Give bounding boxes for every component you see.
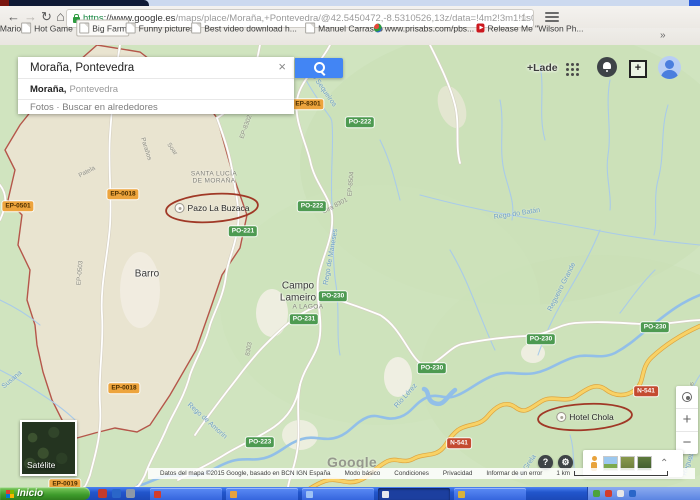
satellite-label: Satélite: [27, 460, 55, 470]
zoom-controls: + −: [676, 386, 698, 454]
favicon: [126, 23, 136, 34]
place-label: Barro: [135, 268, 159, 280]
taskbar-task-1[interactable]: [150, 488, 222, 500]
scale-control: 1 km: [556, 470, 668, 477]
screen: ← → ↻ ⌂ https://www.google.es/maps/place…: [0, 0, 700, 500]
search-panel: Moraña, Pontevedra × Moraña, Pontevedra …: [18, 57, 294, 114]
attribution-link[interactable]: Informar de un error: [486, 470, 542, 477]
road-badge: N-541: [447, 438, 471, 448]
bookmark-item[interactable]: Hot Game: [19, 21, 75, 36]
account-lade-link[interactable]: +Lade: [527, 62, 558, 74]
tray-icon-3[interactable]: [617, 490, 624, 497]
place-label: SANTA LUCÍA DE MORAÑA: [191, 171, 237, 186]
road-badge: EP-0501: [2, 201, 33, 211]
profile-avatar[interactable]: [658, 56, 681, 79]
road-badge: PO-231: [290, 314, 318, 324]
poi-label[interactable]: Pazo La Buzaca: [175, 203, 250, 213]
place-label: A LAGOA: [293, 303, 324, 310]
tray-icon-1[interactable]: [593, 490, 600, 497]
bookmark-label: Hot Game: [34, 23, 73, 33]
attribution-link[interactable]: Privacidad: [443, 470, 472, 477]
road-badge: PO-230: [641, 322, 669, 332]
favicon: [374, 24, 382, 33]
bookmark-item[interactable]: Big Farm: [76, 20, 129, 37]
windows-taskbar: Inicio: [0, 487, 700, 500]
search-icon: [314, 62, 325, 73]
poi-icon: [175, 203, 185, 213]
search-input[interactable]: Moraña, Pontevedra: [30, 62, 134, 74]
taskbar-task-5[interactable]: [454, 488, 526, 500]
apps-grid-icon[interactable]: [566, 63, 569, 66]
road-badge: PO-222: [298, 201, 326, 211]
system-tray[interactable]: [587, 487, 700, 500]
windows-logo-icon: [6, 490, 14, 498]
satellite-toggle[interactable]: Satélite: [20, 420, 77, 476]
map-data-credit: Datos del mapa ©2015 Google, basado en B…: [160, 470, 331, 477]
bookmark-item[interactable]: www.prisabs.com/pbs...: [372, 21, 476, 36]
place-label: Campo Lameiro: [280, 281, 316, 304]
notifications-bell-icon[interactable]: [597, 57, 617, 77]
favicon: [476, 24, 484, 33]
road-badge: PO-230: [319, 291, 347, 301]
attribution-link[interactable]: Modo básico: [345, 470, 381, 477]
taskbar-task-2[interactable]: [226, 488, 298, 500]
search-button[interactable]: [295, 58, 343, 78]
start-label: Inicio: [17, 488, 43, 499]
bookmark-item[interactable]: Funny pictures: [124, 21, 197, 36]
search-suggestion-fotos[interactable]: Fotos · Buscar en alrededores: [18, 99, 294, 114]
road-badge: EP-0018: [107, 189, 138, 199]
favicon: [21, 23, 31, 34]
road-badge: PO-221: [229, 226, 257, 236]
bookmark-label: Big Farm: [92, 23, 126, 33]
road-badge: N-541: [634, 386, 658, 396]
road-badge: PO-223: [246, 437, 274, 447]
bookmarks-overflow-chevron[interactable]: »: [660, 30, 666, 41]
search-suggestion[interactable]: Moraña, Pontevedra: [18, 78, 294, 99]
bookmark-label: www.prisabs.com/pbs...: [385, 23, 474, 33]
road-badge: EP-0018: [108, 383, 139, 393]
bookmark-item[interactable]: Best video download h...: [189, 21, 299, 36]
road-badge: EP-0019: [49, 479, 80, 487]
tray-icon-2[interactable]: [605, 490, 612, 497]
road-badge: EP-8301: [292, 99, 323, 109]
zoom-in-button[interactable]: +: [676, 408, 698, 431]
taskbar-task-3[interactable]: [302, 488, 374, 500]
my-location-button[interactable]: [676, 386, 698, 408]
quicklaunch-icon-2[interactable]: [112, 489, 121, 498]
scale-bar: [574, 471, 668, 476]
poi-name: Pazo La Buzaca: [188, 203, 250, 213]
start-button[interactable]: Inicio: [0, 487, 90, 500]
bookmarks-bar: Mario Hot Game Big Farm Funny pictures B…: [0, 28, 700, 46]
taskbar-task-4[interactable]: [378, 488, 450, 500]
favicon: [79, 23, 89, 34]
road-badge: PO-230: [527, 334, 555, 344]
map-canvas[interactable]: Río SequeirosRego do BatánRegueiro Grand…: [0, 45, 700, 487]
poi-name: Hotel Chola: [569, 412, 613, 422]
quicklaunch-icon-1[interactable]: [98, 489, 107, 498]
poi-label[interactable]: Hotel Chola: [556, 412, 613, 422]
bookmark-label: Funny pictures: [139, 23, 195, 33]
favicon: [191, 23, 201, 34]
add-box-icon[interactable]: +: [629, 60, 647, 78]
attribution-link[interactable]: Condiciones: [394, 470, 429, 477]
bookmark-label: Mario: [0, 23, 21, 33]
road-badge: PO-222: [346, 117, 374, 127]
scale-label: 1 km: [556, 470, 570, 477]
clear-search-icon[interactable]: ×: [278, 59, 286, 74]
bookmark-label: Best video download h...: [204, 23, 297, 33]
tray-icon-4[interactable]: [629, 490, 636, 497]
bookmark-item[interactable]: Release Me "Wilson Ph...: [474, 21, 585, 36]
bookmark-label: Release Me "Wilson Ph...: [487, 23, 583, 33]
attribution-bar: Datos del mapa ©2015 Google, basado en B…: [148, 468, 695, 479]
favicon: [305, 23, 315, 34]
quicklaunch-icon-3[interactable]: [126, 489, 135, 498]
road-badge: PO-230: [418, 363, 446, 373]
poi-icon: [556, 412, 566, 422]
